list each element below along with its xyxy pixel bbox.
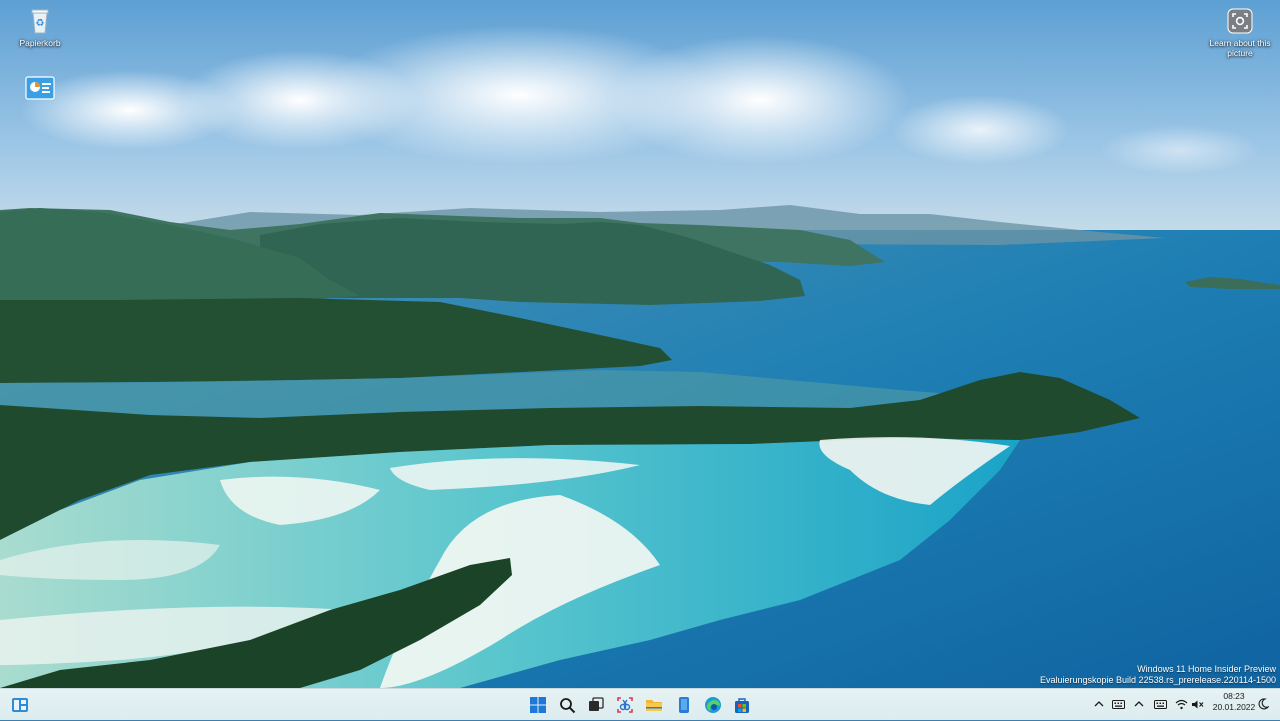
recycle-bin-shortcut[interactable]: ♻ Papierkorb bbox=[2, 6, 78, 48]
tray-network-button[interactable] bbox=[1174, 697, 1188, 711]
task-view-icon bbox=[589, 697, 604, 711]
tray-overflow-button[interactable] bbox=[1092, 697, 1106, 711]
desktop-wallpaper bbox=[0, 0, 1280, 688]
volume-muted-icon bbox=[1191, 700, 1203, 708]
phone-icon bbox=[679, 697, 689, 713]
tray-volume-button[interactable] bbox=[1190, 697, 1204, 711]
learn-about-picture-label: Learn about this picture bbox=[1209, 38, 1271, 58]
file-explorer-button[interactable] bbox=[642, 693, 666, 717]
taskbar: 08:23 20.01.2022 bbox=[0, 688, 1280, 720]
search-icon bbox=[559, 697, 575, 713]
tray-keyboard-button[interactable] bbox=[1111, 697, 1125, 711]
learn-about-picture-shortcut[interactable]: Learn about this picture bbox=[1202, 6, 1278, 58]
windows-logo-icon bbox=[530, 697, 546, 713]
snipping-tool-icon bbox=[617, 697, 633, 713]
recycle-bin-label: Papierkorb bbox=[19, 38, 61, 48]
chevron-up-icon bbox=[1134, 701, 1144, 707]
recycle-bin-icon: ♻ bbox=[31, 9, 49, 34]
clock-time: 08:23 bbox=[1223, 691, 1245, 701]
tray-input-indicator[interactable] bbox=[1153, 697, 1167, 711]
search-button[interactable] bbox=[555, 693, 579, 717]
tray-show-hidden-button[interactable] bbox=[1132, 697, 1146, 711]
edge-button[interactable] bbox=[701, 693, 725, 717]
control-panel-shortcut[interactable] bbox=[2, 74, 78, 106]
edge-icon bbox=[705, 697, 721, 713]
chevron-up-icon bbox=[1094, 701, 1104, 707]
phone-link-button[interactable] bbox=[672, 693, 696, 717]
camera-lens-icon bbox=[1227, 8, 1253, 34]
snipping-tool-button[interactable] bbox=[613, 693, 637, 717]
clock-date: 20.01.2022 bbox=[1212, 702, 1256, 712]
task-view-button[interactable] bbox=[584, 693, 608, 717]
widgets-icon bbox=[12, 698, 28, 712]
notification-center-button[interactable] bbox=[1256, 697, 1270, 711]
wifi-icon bbox=[1175, 699, 1187, 709]
folder-icon bbox=[646, 700, 662, 711]
keyboard-icon bbox=[1153, 699, 1167, 709]
keyboard-icon bbox=[1111, 699, 1125, 709]
moon-icon bbox=[1258, 698, 1269, 710]
watermark-edition: Windows 11 Home Insider Preview bbox=[1137, 664, 1276, 674]
store-button[interactable] bbox=[730, 693, 754, 717]
insider-build-watermark: Windows 11 Home Insider Preview Evaluier… bbox=[1040, 664, 1276, 686]
store-icon bbox=[735, 698, 749, 713]
svg-text:♻: ♻ bbox=[36, 18, 45, 29]
widgets-button[interactable] bbox=[8, 693, 32, 717]
taskbar-clock[interactable]: 08:23 20.01.2022 bbox=[1210, 689, 1258, 721]
control-panel-shortcut-icon bbox=[25, 76, 55, 100]
watermark-build: Evaluierungskopie Build 22538.rs_prerele… bbox=[1040, 675, 1276, 685]
start-button[interactable] bbox=[526, 693, 550, 717]
